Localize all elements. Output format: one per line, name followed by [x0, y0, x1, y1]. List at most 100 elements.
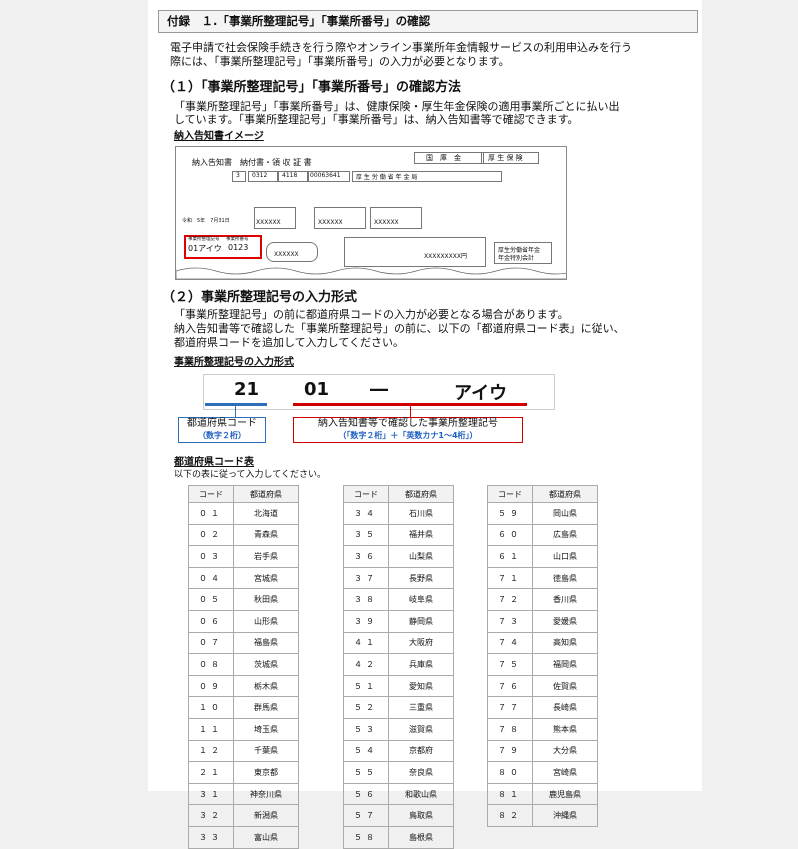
pref-code-cell: ３４: [343, 502, 389, 525]
table-row: ４１ 大阪府: [343, 631, 454, 655]
code-header: コード: [487, 485, 533, 503]
format-dash: ―: [370, 379, 388, 400]
pref-code-cell: ７５: [487, 653, 533, 676]
pref-code-cell: ５８: [343, 825, 389, 849]
office-code-label: 納入告知書等で確認した事業所整理記号 （「数字２桁」＋「英数カナ1～4桁」）: [293, 417, 523, 443]
pref-name-cell: 神奈川県: [233, 782, 299, 806]
table-row: ４２ 兵庫県: [343, 653, 454, 676]
pref-name-cell: 北海道: [233, 502, 299, 525]
pref-name-cell: 佐賀県: [532, 674, 598, 698]
pref-table-caption: 都道府県コード表: [174, 457, 254, 468]
table-row: ３５ 福井県: [343, 523, 454, 547]
section1-title: （１）「事業所整理記号」「事業所番号」の確認方法: [162, 80, 462, 95]
pref-table-2: コード 都道府県 ３４ 石川県 ３５ 福井県 ３６ 山梨県 ３７ 長野県 ３８ 岐阜県 ３９ 静岡県 ４１ 大…: [343, 485, 454, 849]
appendix-header: 付録 １.「事業所整理記号」「事業所番号」の確認: [158, 10, 698, 33]
pref-code-cell: ０７: [188, 631, 234, 655]
pref-code-cell: ３９: [343, 609, 389, 633]
pref-code-cell: ６１: [487, 545, 533, 568]
table-row: １２ 千葉県: [188, 739, 299, 763]
table-row: ３８ 岐阜県: [343, 588, 454, 611]
format-caption: 事業所整理記号の入力形式: [174, 357, 294, 368]
pref-name-cell: 福岡県: [532, 653, 598, 676]
receipt-bango: 0123: [228, 243, 249, 252]
pref-name-cell: 兵庫県: [388, 653, 454, 676]
table-row: ５２ 三重県: [343, 696, 454, 719]
table-row: ７８ 熊本県: [487, 717, 598, 741]
table-row: ５９ 岡山県: [487, 502, 598, 525]
pref-name-cell: 徳島県: [532, 566, 598, 590]
receipt-mask-1: XXXXXX: [256, 219, 281, 226]
table-row: ０９ 栃木県: [188, 674, 299, 698]
receipt-mask-3: XXXXXX: [374, 219, 399, 226]
pref-name-cell: 山口県: [532, 545, 598, 568]
pref-name-cell: 大阪府: [388, 631, 454, 655]
table-row: ８１ 鹿児島県: [487, 782, 598, 806]
pref-code-cell: １２: [188, 739, 234, 763]
table-row: ７１ 徳島県: [487, 566, 598, 590]
table-row: ０６ 山形県: [188, 609, 299, 633]
pref-code-label-sub: （数字２桁）: [198, 431, 246, 440]
pref-code-cell: ３２: [188, 804, 234, 827]
receipt-mask-4: XXXXXX: [274, 251, 299, 258]
pref-code-cell: ０２: [188, 523, 234, 547]
pref-name-cell: 愛媛県: [532, 609, 598, 633]
pref-code-cell: ３３: [188, 825, 234, 849]
table-row: ０３ 岩手県: [188, 545, 299, 568]
format-code: 01: [304, 379, 330, 400]
pref-code-cell: ５７: [343, 804, 389, 827]
table-row: ８２ 沖縄県: [487, 804, 598, 827]
section1-line-1: 「事業所整理記号」「事業所番号」は、健康保険・厚生年金保険の適用事業所ごとに払い…: [174, 100, 620, 113]
table-row: ３１ 神奈川県: [188, 782, 299, 806]
pref-code-cell: ０３: [188, 545, 234, 568]
pref-name-cell: 岐阜県: [388, 588, 454, 611]
pref-name-cell: 青森県: [233, 523, 299, 547]
pref-code-cell: ５６: [343, 782, 389, 806]
pref-name-cell: 埼玉県: [233, 717, 299, 741]
office-code-label-text: 納入告知書等で確認した事業所整理記号: [318, 418, 498, 429]
pref-code-label-text: 都道府県コード: [187, 418, 257, 429]
pref-name-cell: 新潟県: [233, 804, 299, 827]
pref-code-cell: ４２: [343, 653, 389, 676]
table-row: ５３ 滋賀県: [343, 717, 454, 741]
table-row: ７７ 長崎県: [487, 696, 598, 719]
pref-code-cell: ６０: [487, 523, 533, 547]
prefecture-header: 都道府県: [233, 485, 299, 503]
receipt-title: 納入告知書 納付書・領 収 証 書: [192, 158, 312, 167]
torn-edge: [176, 267, 566, 279]
intro-line-1: 電子申請で社会保険手続きを行う際やオンライン事業所年金情報サービスの利用申込みを…: [170, 41, 632, 54]
table-row: ７９ 大分県: [487, 739, 598, 763]
section1-line-2: しています。「事業所整理記号」「事業所番号」は、納入告知書等で確認できます。: [174, 113, 579, 126]
pref-code-cell: ８０: [487, 761, 533, 784]
pref-name-cell: 茨城県: [233, 653, 299, 676]
pref-code-cell: ３８: [343, 588, 389, 611]
table-row: ５６ 和歌山県: [343, 782, 454, 806]
pref-code-cell: ０９: [188, 674, 234, 698]
prefecture-header: 都道府県: [388, 485, 454, 503]
receipt-bango-label: 事業所番号: [226, 237, 249, 242]
pref-code-cell: ７４: [487, 631, 533, 655]
pref-code-cell: ３５: [343, 523, 389, 547]
pref-code-cell: ８２: [487, 804, 533, 827]
pref-name-cell: 東京都: [233, 761, 299, 784]
pref-code-cell: ７３: [487, 609, 533, 633]
pref-name-cell: 宮城県: [233, 566, 299, 590]
receipt-code-1: 3: [236, 172, 240, 179]
pref-name-cell: 石川県: [388, 502, 454, 525]
pref-code-cell: ５４: [343, 739, 389, 763]
receipt-seiri: 01アイウ: [188, 244, 222, 253]
table-row: ７２ 香川県: [487, 588, 598, 611]
pref-name-cell: 広島県: [532, 523, 598, 547]
receipt-image-caption: 納入告知書イメージ: [174, 131, 264, 142]
pref-name-cell: 京都府: [388, 739, 454, 763]
pref-name-cell: 富山県: [233, 825, 299, 849]
pref-code-label: 都道府県コード （数字２桁）: [178, 417, 266, 443]
pref-name-cell: 群馬県: [233, 696, 299, 719]
pref-code-cell: ０５: [188, 588, 234, 611]
pref-code-cell: ７９: [487, 739, 533, 763]
section2-line-2: 納入告知書等で確認した「事業所整理記号」の前に、以下の「都道府県コード表」に従い…: [174, 322, 625, 335]
section2-line-3: 都道府県コードを追加して入力してください。: [174, 336, 405, 349]
pref-code-cell: ５５: [343, 761, 389, 784]
pref-name-cell: 滋賀県: [388, 717, 454, 741]
pref-code-cell: ０６: [188, 609, 234, 633]
pref-code-cell: ７１: [487, 566, 533, 590]
